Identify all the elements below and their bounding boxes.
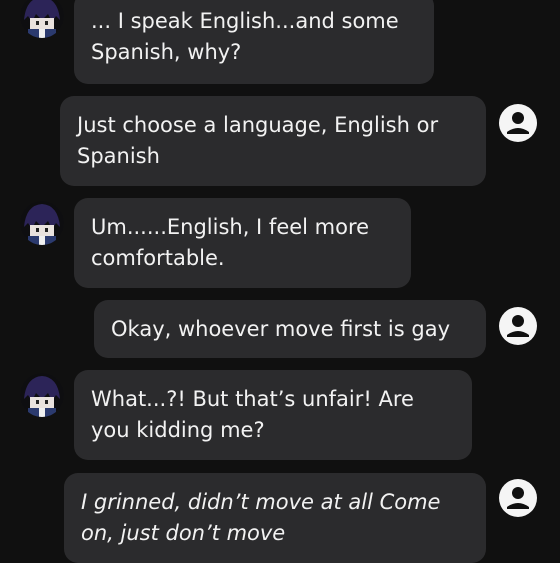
user-account-icon[interactable] (498, 478, 538, 518)
message-bubble: I grinned, didn’t move at all Come on, j… (64, 473, 486, 563)
message-text: Um......English, I feel more comfortable… (91, 215, 370, 270)
bot-avatar[interactable] (20, 373, 64, 417)
message-bubble: Just choose a language, English or Spani… (60, 96, 486, 186)
message-bubble: Um......English, I feel more comfortable… (74, 198, 411, 288)
character-avatar-icon (20, 0, 64, 38)
message-text: I grinned, didn’t move at all Come on, j… (81, 490, 441, 545)
bot-avatar[interactable] (20, 0, 64, 38)
message-bubble: Okay, whoever move first is gay (94, 300, 486, 358)
character-avatar-icon (20, 373, 64, 417)
message-text: ... I speak English...and some Spanish, … (91, 9, 399, 64)
user-account-icon[interactable] (498, 306, 538, 346)
message-bubble: ... I speak English...and some Spanish, … (74, 0, 434, 84)
bot-avatar[interactable] (20, 201, 64, 245)
message-bubble: What...?! But that’s unfair! Are you kid… (74, 370, 472, 460)
message-text: Just choose a language, English or Spani… (77, 113, 439, 168)
user-account-icon[interactable] (498, 103, 538, 143)
message-text: What...?! But that’s unfair! Are you kid… (91, 387, 414, 442)
message-text: Okay, whoever move first is gay (111, 317, 450, 341)
character-avatar-icon (20, 201, 64, 245)
